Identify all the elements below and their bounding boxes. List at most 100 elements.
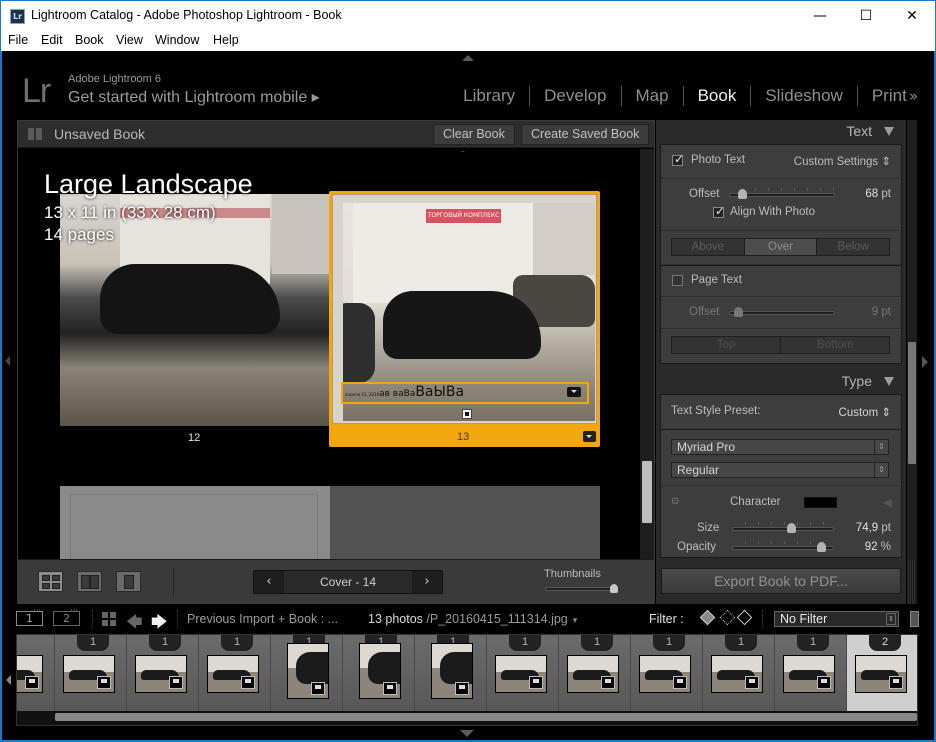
text-style-preset-select[interactable]: Custom ⇕ [839,405,891,419]
filter-preset-select[interactable]: No Filter ⇕ [774,611,899,627]
photo-thumbnail[interactable] [783,655,835,693]
grid-view-icon[interactable] [102,612,116,626]
photo-text-preset-select[interactable]: Custom Settings ⇕ [794,154,891,168]
create-saved-book-button[interactable]: Create Saved Book [521,124,650,145]
thumbnails-slider-knob[interactable] [610,584,618,593]
page-options-icon[interactable] [583,431,596,442]
module-print[interactable]: Print [858,86,909,106]
right-panel-scrollbar-thumb[interactable] [908,342,916,464]
module-map[interactable]: Map [622,86,684,106]
target-adjust-icon[interactable]: ⊙ [671,496,679,507]
close-button[interactable]: ✕ [889,1,935,31]
photo-thumbnail[interactable] [855,655,907,693]
photo-offset-knob[interactable] [738,189,748,199]
page-offset-knob[interactable] [734,307,744,317]
opacity-slider[interactable] [732,541,834,552]
multi-page-view-button[interactable] [38,571,63,592]
page-13-selected[interactable]: ТОРГОВЫЙ КОМПЛЕКС апреля 15, 2016ав ваВа… [329,191,600,447]
collapse-triangle-icon[interactable] [884,377,894,386]
position-above-button[interactable]: Above [672,239,745,255]
size-slider[interactable] [732,522,834,533]
photo-offset-slider[interactable] [729,188,835,199]
unflagged-filter-icon[interactable] [719,609,736,626]
align-with-photo-checkbox[interactable] [713,204,725,218]
photo-text-content[interactable]: апреля 15, 2016ав ваВаВаЫВа [345,384,464,400]
collapse-filmstrip-left-arrow-icon[interactable] [6,675,11,685]
module-develop[interactable]: Develop [530,86,622,106]
photo-thumbnail[interactable] [17,655,43,693]
page-text-checkbox[interactable] [672,275,683,286]
secondary-window-button[interactable]: 2 [53,604,80,626]
spread-view-button[interactable] [77,571,102,592]
menu-file[interactable]: File [8,33,28,47]
position-over-button[interactable]: Over [744,239,818,255]
photo-thumbnail[interactable] [567,655,619,693]
position-top-button[interactable]: Top [672,337,781,353]
module-library[interactable]: Library [449,86,531,106]
collapse-left-panel-arrow-icon[interactable] [5,356,10,366]
page-offset-slider[interactable] [729,307,835,317]
font-style-select[interactable]: Regular ⇕ [671,462,889,478]
next-page-button[interactable]: › [412,571,442,593]
filmstrip-scrollbar[interactable] [55,713,917,721]
filmstrip-thumbnail[interactable]: 1 [487,635,559,711]
right-panel-resize-grip[interactable] [908,560,916,604]
filmstrip-thumbnail[interactable]: 1 [631,635,703,711]
opacity-knob[interactable] [817,542,826,552]
photo-thumbnail[interactable] [63,655,115,693]
filmstrip-source[interactable]: Previous Import + Book : ... [187,612,338,626]
photo-thumbnail[interactable] [711,655,763,693]
flagged-filter-icon[interactable] [699,609,716,626]
filmstrip-thumbnail[interactable]: 1 [703,635,775,711]
opacity-value[interactable]: 92 % [865,541,891,553]
mobile-prompt-link[interactable]: Get started with Lightroom mobile ▸ [68,87,320,107]
main-window-button[interactable]: 1 [16,604,43,626]
size-value[interactable]: 74,9 pt [856,522,891,534]
photo-thumbnail[interactable] [287,643,329,699]
more-modules-icon[interactable]: » [909,87,918,105]
filmstrip-thumbnail[interactable]: 1 [271,635,343,711]
right-panel-scrollbar[interactable] [907,120,917,604]
menu-view[interactable]: View [116,33,143,47]
photo-text-checkbox[interactable] [672,152,684,166]
menu-edit[interactable]: Edit [41,33,63,47]
collapse-filmstrip-arrow-icon[interactable] [460,730,474,737]
clear-book-button[interactable]: Clear Book [433,124,515,145]
filmstrip-thumbnail[interactable] [17,635,55,711]
canvas-scrollbar[interactable] [640,149,654,559]
filmstrip-thumbnail[interactable]: 1 [775,635,847,711]
filmstrip-photo-count[interactable]: 13 photos /P_20160415_111314.jpg ▾ [368,612,577,626]
filter-lock-switch[interactable] [910,611,919,627]
filmstrip-thumbnail[interactable]: 1 [343,635,415,711]
filmstrip-thumbnail[interactable]: 1 [559,635,631,711]
type-panel-header[interactable]: Type [660,370,902,392]
photo-text-box[interactable]: апреля 15, 2016ав ваВаВаЫВа [341,382,589,404]
menu-help[interactable]: Help [213,33,239,47]
book-canvas[interactable]: ·· 12 ТОРГОВЫЙ КОМПЛЕКС апреля 15, 2016а… [18,149,640,559]
filmstrip-thumbnail[interactable]: 2 [847,635,917,711]
character-color-swatch[interactable] [804,497,837,508]
next-spread-left-page[interactable] [60,486,330,559]
font-family-select[interactable]: Myriad Pro ⇕ [671,439,889,455]
photo-thumbnail[interactable] [639,655,691,693]
next-spread-right-page[interactable] [330,486,600,559]
photo-thumbnail[interactable] [359,643,401,699]
export-book-to-pdf-button[interactable]: Export Book to PDF... [661,568,901,594]
text-box-options-icon[interactable] [567,387,581,397]
filmstrip-thumbnail[interactable]: 1 [127,635,199,711]
expand-character-icon[interactable]: ◀ [883,495,892,509]
module-slideshow[interactable]: Slideshow [751,86,858,106]
previous-page-button[interactable]: ‹ [254,571,284,593]
minimize-button[interactable]: — [797,1,843,31]
canvas-scrollbar-thumb[interactable] [642,461,652,523]
filmstrip-thumbnail[interactable]: 1 [55,635,127,711]
text-panel-header[interactable]: Text [660,120,902,142]
collapse-right-panel-arrow-icon[interactable] [922,356,928,368]
photo-thumbnail[interactable] [135,655,187,693]
filmstrip-thumbnail[interactable]: 1 [415,635,487,711]
text-box-handle[interactable] [462,409,472,419]
photo-thumbnail[interactable] [207,655,259,693]
module-book[interactable]: Book [684,86,752,106]
size-knob[interactable] [787,523,796,533]
maximize-button[interactable]: ☐ [843,1,889,31]
